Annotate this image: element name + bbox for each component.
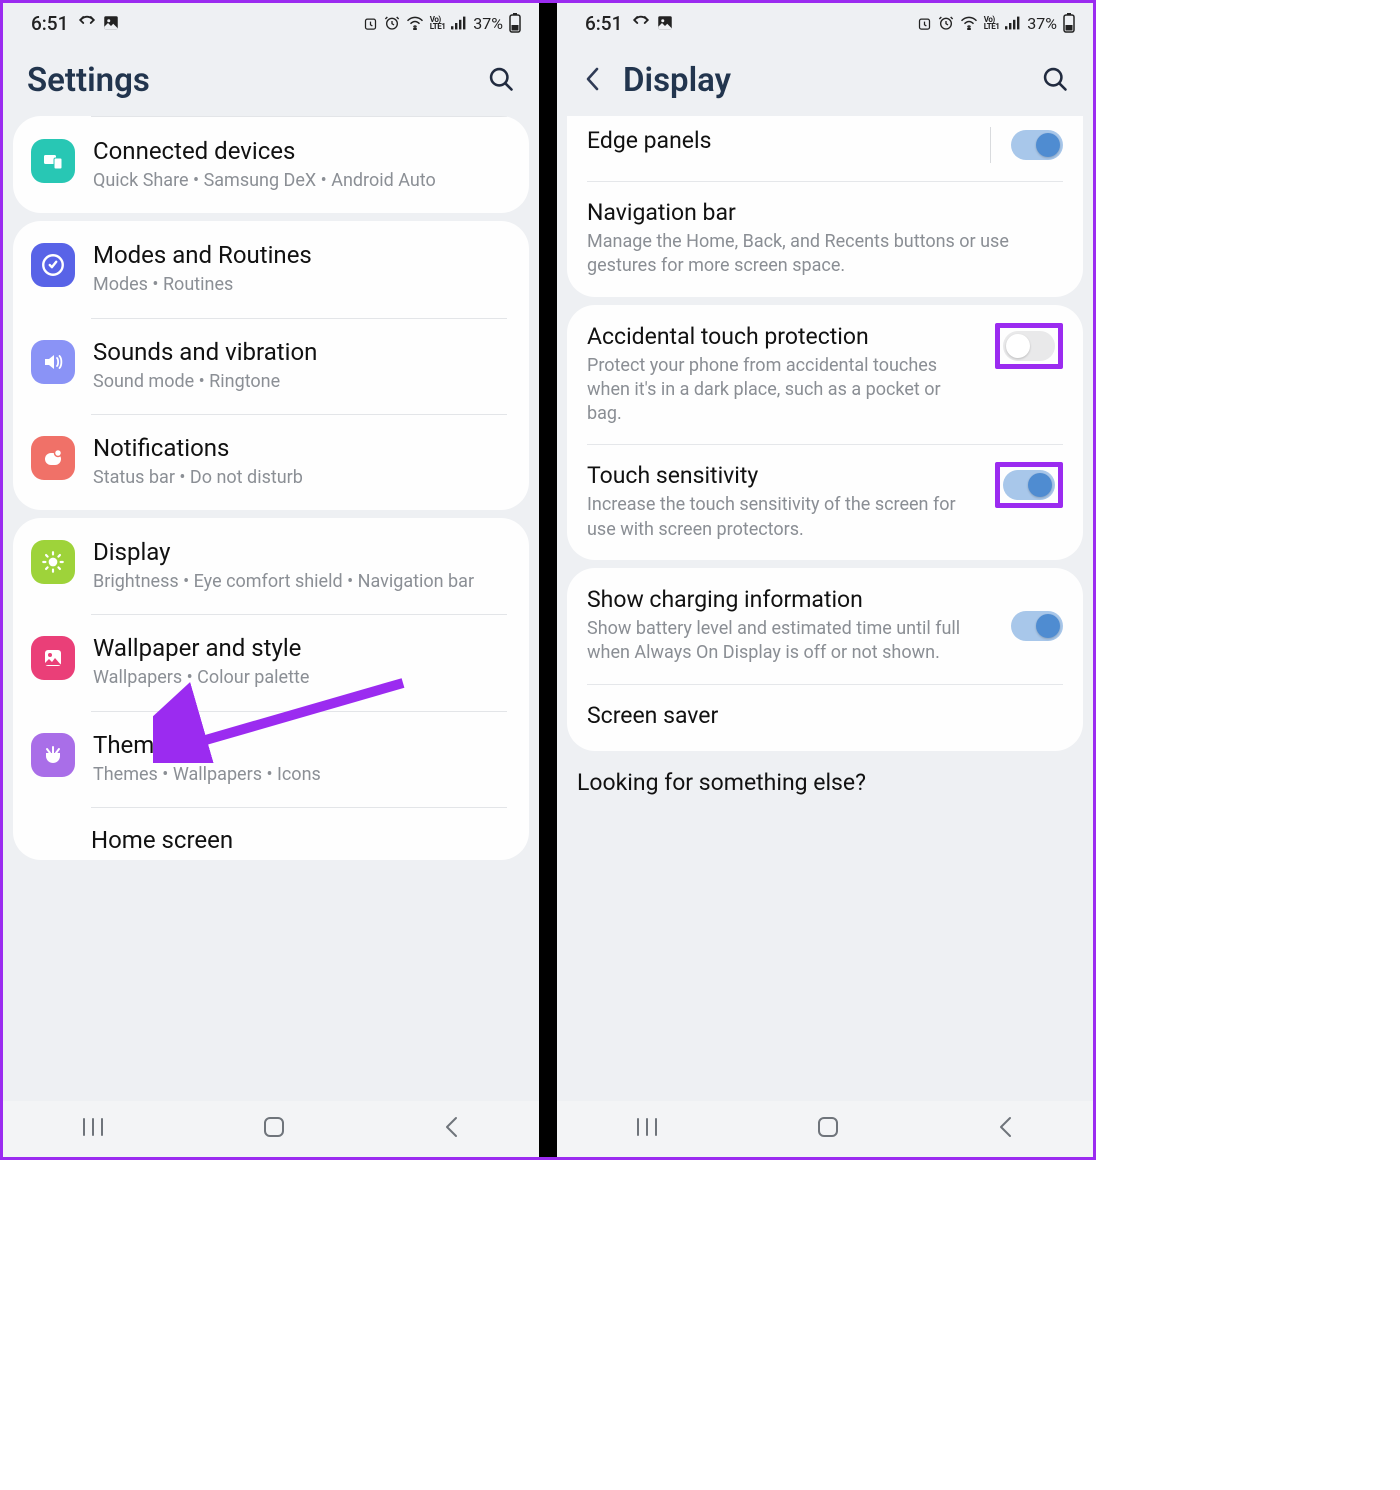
display-group: Show charging information Show battery l… <box>567 568 1083 751</box>
item-subtitle: Increase the touch sensitivity of the sc… <box>587 493 979 542</box>
display-item-edge-panels[interactable]: Edge panels <box>567 116 1083 181</box>
phone-display: 6:51 Vo)LTE1 37% Display <box>557 3 1093 1157</box>
display-group: Accidental touch protection Protect your… <box>567 305 1083 560</box>
item-subtitle: Quick Share • Samsung DeX • Android Auto <box>93 169 507 193</box>
display-item-charging-info[interactable]: Show charging information Show battery l… <box>567 568 1083 684</box>
modes-icon <box>31 243 75 287</box>
touch-sensitivity-toggle[interactable] <box>1003 470 1055 500</box>
item-title: Sounds and vibration <box>93 338 507 366</box>
item-subtitle: Manage the Home, Back, and Recents butto… <box>587 230 1063 279</box>
item-title: Accidental touch protection <box>587 323 979 350</box>
item-subtitle: Brightness • Eye comfort shield • Naviga… <box>93 570 507 594</box>
item-title: Wallpaper and style <box>93 634 507 662</box>
item-title: Display <box>93 538 507 566</box>
wallpaper-icon <box>31 636 75 680</box>
back-button[interactable] <box>996 1114 1016 1144</box>
settings-item-modes-routines[interactable]: Modes and Routines Modes • Routines <box>13 221 529 317</box>
page-title: Settings <box>27 61 473 100</box>
search-icon[interactable] <box>1041 65 1069 97</box>
display-icon <box>31 540 75 584</box>
annotation-highlight <box>995 323 1063 369</box>
clock-icon <box>363 16 378 31</box>
nav-bar <box>557 1101 1093 1157</box>
settings-item-wallpaper[interactable]: Wallpaper and style Wallpapers • Colour … <box>13 614 529 710</box>
signal-icon <box>451 16 467 30</box>
display-item-navigation-bar[interactable]: Navigation bar Manage the Home, Back, an… <box>567 181 1083 297</box>
image-icon <box>656 14 674 32</box>
home-button[interactable] <box>261 1114 287 1144</box>
home-button[interactable] <box>815 1114 841 1144</box>
status-time: 6:51 <box>31 12 68 35</box>
settings-item-notifications[interactable]: Notifications Status bar • Do not distur… <box>13 414 529 510</box>
item-subtitle: Sound mode • Ringtone <box>93 370 507 394</box>
item-subtitle: Protect your phone from accidental touch… <box>587 354 979 427</box>
recents-button[interactable] <box>80 1116 106 1142</box>
back-icon[interactable] <box>581 65 609 97</box>
signal-icon <box>1005 16 1021 30</box>
item-subtitle: Wallpapers • Colour palette <box>93 666 507 690</box>
item-title: Notifications <box>93 434 507 462</box>
annotation-highlight <box>995 462 1063 508</box>
charging-info-toggle[interactable] <box>1011 611 1063 641</box>
edge-panels-toggle[interactable] <box>1011 130 1063 160</box>
battery-text: 37% <box>473 14 503 33</box>
settings-item-display[interactable]: Display Brightness • Eye comfort shield … <box>13 518 529 614</box>
screenshot-divider <box>539 3 557 1157</box>
connected-devices-icon <box>31 139 75 183</box>
back-button[interactable] <box>442 1114 462 1144</box>
themes-icon <box>31 733 75 777</box>
battery-text: 37% <box>1027 14 1057 33</box>
battery-icon <box>1063 13 1075 33</box>
search-icon[interactable] <box>487 65 515 97</box>
alarm-icon <box>938 15 954 31</box>
item-title: Edge panels <box>587 127 974 154</box>
display-item-accidental-touch[interactable]: Accidental touch protection Protect your… <box>567 305 1083 445</box>
settings-group: Connected devices Quick Share • Samsung … <box>13 116 529 213</box>
item-title: Modes and Routines <box>93 241 507 269</box>
recents-button[interactable] <box>634 1116 660 1142</box>
item-subtitle: Modes • Routines <box>93 273 507 297</box>
notifications-icon <box>31 436 75 480</box>
item-title: Themes <box>93 731 507 759</box>
settings-item-connected-devices[interactable]: Connected devices Quick Share • Samsung … <box>13 117 529 213</box>
wifi-icon <box>406 16 424 30</box>
status-bar: 6:51 Vo)LTE1 37% <box>557 3 1093 43</box>
alarm-icon <box>384 15 400 31</box>
display-group: Edge panels Navigation bar Manage the Ho… <box>567 116 1083 297</box>
display-item-screen-saver[interactable]: Screen saver <box>567 684 1083 751</box>
settings-item-themes[interactable]: Themes Themes • Wallpapers • Icons <box>13 711 529 807</box>
item-subtitle: Show battery level and estimated time un… <box>587 617 995 666</box>
wifi-icon <box>960 16 978 30</box>
item-subtitle: Themes • Wallpapers • Icons <box>93 763 507 787</box>
settings-header: Settings <box>3 43 539 116</box>
phone-settings: 6:51 Vo)LTE1 37% Settings <box>3 3 539 1157</box>
item-title: Connected devices <box>93 137 507 165</box>
status-time: 6:51 <box>585 12 622 35</box>
item-title: Touch sensitivity <box>587 462 979 489</box>
settings-item-sounds[interactable]: Sounds and vibration Sound mode • Ringto… <box>13 318 529 414</box>
display-item-touch-sensitivity[interactable]: Touch sensitivity Increase the touch sen… <box>567 444 1083 560</box>
settings-group: Display Brightness • Eye comfort shield … <box>13 518 529 860</box>
sound-icon <box>31 340 75 384</box>
item-title: Navigation bar <box>587 199 1063 226</box>
toggle-separator <box>990 127 991 163</box>
missed-call-icon <box>632 14 650 32</box>
missed-call-icon <box>78 14 96 32</box>
clock-icon <box>917 16 932 31</box>
item-title: Screen saver <box>587 702 1063 729</box>
image-icon <box>102 14 120 32</box>
item-title: Show charging information <box>587 586 995 613</box>
settings-group: Modes and Routines Modes • Routines Soun… <box>13 221 529 510</box>
battery-icon <box>509 13 521 33</box>
status-bar: 6:51 Vo)LTE1 37% <box>3 3 539 43</box>
item-subtitle: Status bar • Do not disturb <box>93 466 507 490</box>
accidental-touch-toggle[interactable] <box>1003 331 1055 361</box>
nav-bar <box>3 1101 539 1157</box>
looking-for-else-peek[interactable]: Looking for something else? <box>557 759 1093 796</box>
display-header: Display <box>557 43 1093 116</box>
volte-icon: Vo)LTE1 <box>430 16 446 30</box>
volte-icon: Vo)LTE1 <box>984 16 1000 30</box>
page-title: Display <box>623 61 1027 100</box>
settings-item-home-screen-peek[interactable]: Home screen <box>13 808 529 860</box>
